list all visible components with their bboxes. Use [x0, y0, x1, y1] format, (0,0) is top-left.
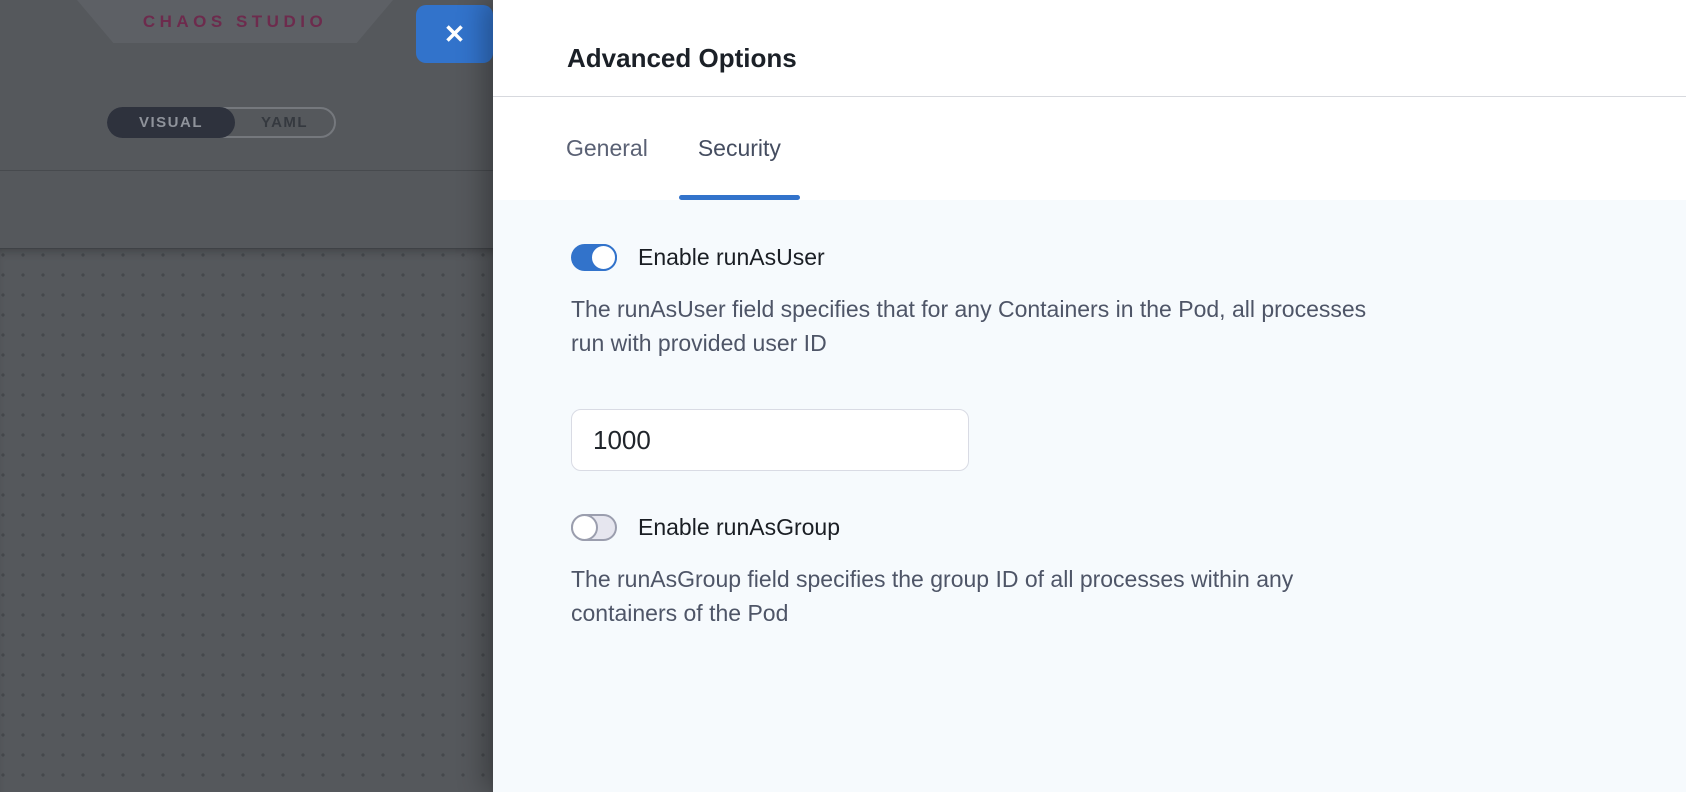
tab-general[interactable]: General: [547, 97, 667, 200]
security-tab-content: Enable runAsUser The runAsUser field spe…: [493, 200, 1686, 792]
tab-security-label: Security: [698, 135, 781, 162]
chaos-studio-backdrop: CHAOS STUDIO VISUAL YAML: [0, 0, 493, 792]
chaos-studio-ribbon: CHAOS STUDIO: [77, 0, 393, 43]
run-as-group-toggle[interactable]: [571, 514, 617, 541]
yaml-toggle-option[interactable]: YAML: [235, 109, 334, 136]
advanced-options-drawer: Advanced Options General Security Enable…: [493, 0, 1686, 792]
tab-general-label: General: [566, 135, 648, 162]
toggle-knob: [571, 514, 598, 541]
close-icon: ✕: [444, 21, 466, 47]
run-as-group-description: The runAsGroup field specifies the group…: [571, 562, 1561, 630]
chaos-studio-ribbon-label: CHAOS STUDIO: [143, 12, 327, 32]
run-as-user-input[interactable]: [571, 409, 969, 471]
visual-toggle-option[interactable]: VISUAL: [107, 107, 235, 138]
drawer-title: Advanced Options: [567, 43, 797, 74]
tab-security[interactable]: Security: [679, 97, 800, 200]
experiment-canvas-dot-grid: [0, 249, 493, 792]
visual-yaml-toggle: VISUAL YAML: [107, 107, 336, 138]
drawer-tabs: General Security: [493, 97, 1686, 200]
run-as-user-toggle-label: Enable runAsUser: [638, 244, 825, 271]
run-as-group-toggle-row: Enable runAsGroup: [571, 514, 1606, 541]
run-as-user-toggle-row: Enable runAsUser: [571, 244, 1606, 271]
drawer-header: Advanced Options: [493, 0, 1686, 97]
toolbar-divider: [0, 170, 493, 171]
run-as-group-toggle-label: Enable runAsGroup: [638, 514, 840, 541]
active-tab-underline: [679, 195, 800, 200]
run-as-user-toggle[interactable]: [571, 244, 617, 271]
close-drawer-button[interactable]: ✕: [416, 5, 493, 63]
toggle-knob: [590, 244, 617, 271]
run-as-user-description: The runAsUser field specifies that for a…: [571, 292, 1561, 360]
